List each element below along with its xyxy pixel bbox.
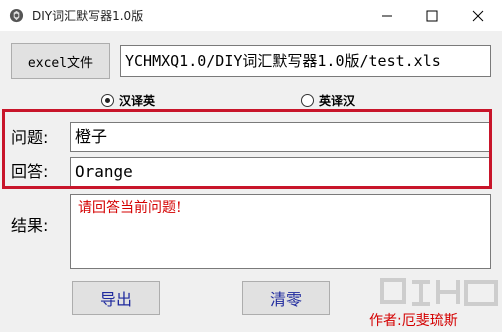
result-label: 结果:: [11, 216, 49, 235]
maximize-button[interactable]: [409, 0, 455, 31]
mode-radio-label: 英译汉: [319, 94, 356, 108]
radio-unselected-icon[interactable]: [301, 94, 314, 107]
close-icon: [472, 10, 484, 22]
mode-radio-label: 汉译英: [119, 94, 156, 108]
excel-file-button[interactable]: excel文件: [11, 43, 110, 79]
close-button[interactable]: [455, 0, 501, 31]
clear-button[interactable]: 清零: [242, 281, 330, 315]
window-title: DIY词汇默写器1.0版: [32, 9, 144, 23]
file-path-field[interactable]: YCHMXQ1.0/DIY词汇默写器1.0版/test.xls: [120, 45, 491, 77]
result-message: 请回答当前问题!: [78, 200, 182, 216]
export-button[interactable]: 导出: [72, 281, 160, 315]
title-bar: DIY词汇默写器1.0版: [0, 0, 502, 31]
author-credit: 作者:厄斐琉斯: [369, 313, 458, 329]
maximize-icon: [426, 10, 438, 22]
app-logo-icon: [9, 8, 24, 23]
annotation-highlight-box: [2, 109, 492, 189]
minimize-icon: [382, 15, 392, 17]
mode-radio-en-to-cn[interactable]: 英译汉: [301, 92, 355, 109]
mode-radio-cn-to-en[interactable]: 汉译英: [101, 92, 155, 109]
minimize-button[interactable]: [364, 0, 410, 31]
radio-selected-icon[interactable]: [101, 94, 114, 107]
